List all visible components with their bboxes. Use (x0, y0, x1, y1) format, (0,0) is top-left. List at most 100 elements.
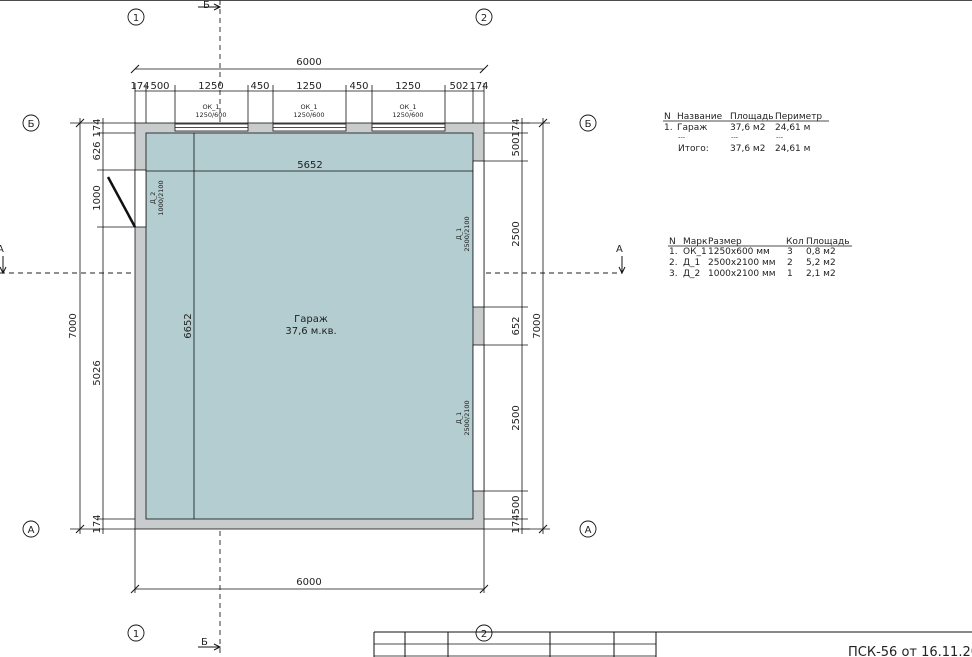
dimension-top-total: 6000 (130, 57, 489, 74)
door-d1-lower-size: 2500/2100 (463, 400, 471, 435)
svg-text:174: 174 (511, 514, 522, 533)
openings-table-cell: 1000х2100 мм (708, 269, 776, 279)
svg-text:1: 1 (133, 13, 139, 24)
svg-text:500: 500 (511, 495, 522, 514)
rooms-table-header-perimeter: Периметр (775, 112, 822, 122)
svg-text:502: 502 (449, 81, 468, 92)
rooms-table-header-name: Название (677, 112, 723, 122)
dimension-left-chain: 174 626 1000 5026 174 (92, 118, 135, 534)
svg-text:174: 174 (469, 81, 488, 92)
openings-table-header-mark: Марк (683, 237, 708, 247)
svg-text:6000: 6000 (296, 57, 321, 68)
window-ok1-2 (272, 123, 347, 132)
svg-text:7000: 7000 (532, 313, 543, 338)
rooms-table-separator: --- (776, 133, 784, 141)
door-d1-lower-label: Д_1 (455, 412, 463, 424)
axis-bubble-a-left: А (22, 520, 40, 538)
svg-text:1250: 1250 (198, 81, 223, 92)
openings-table-cell: ОК_1 (683, 247, 707, 257)
svg-text:2: 2 (481, 13, 487, 24)
svg-text:1250: 1250 (395, 81, 420, 92)
svg-text:174: 174 (511, 118, 522, 137)
axis-bubble-b-right: Б (579, 114, 597, 132)
section-label-a-left: А (0, 244, 4, 255)
rooms-table-cell: 37,6 м2 (730, 123, 765, 133)
floor-plan-drawing: Б Б А А 1 2 1 2 Б Б А А ОК_1 1250/600 ОК… (0, 0, 972, 657)
window-label-2: ОК_1 (300, 103, 317, 111)
openings-table: N Марк Размер Кол Площадь 1. ОК_1 1250х6… (668, 237, 852, 279)
axis-bubble-2-top: 2 (475, 8, 493, 26)
rooms-table-cell: Гараж (677, 123, 707, 133)
rooms-table-header-n: N (664, 112, 671, 122)
window-ok1-3 (371, 123, 446, 132)
svg-text:Б: Б (585, 119, 592, 130)
openings-table-cell: 2500х2100 мм (708, 258, 776, 268)
rooms-table-cell: 24,61 м (775, 123, 810, 133)
svg-text:652: 652 (511, 316, 522, 335)
svg-text:А: А (585, 525, 592, 536)
svg-text:174: 174 (130, 81, 149, 92)
window-ok1-1 (174, 123, 249, 132)
openings-table-cell: 2. (669, 258, 678, 268)
drawing-code: ПСК-56 от 16.11.20 (848, 645, 972, 657)
section-mark-a-left: А (0, 244, 7, 275)
door-d1-upper (472, 160, 485, 308)
openings-table-cell: 1. (669, 247, 678, 257)
openings-table-cell: 2,1 м2 (806, 269, 836, 279)
svg-text:450: 450 (349, 81, 368, 92)
axis-bubble-b-left: Б (22, 114, 40, 132)
door-d1-upper-size: 2500/2100 (463, 216, 471, 251)
svg-text:А: А (28, 525, 35, 536)
axis-bubble-a-right: А (579, 520, 597, 538)
dimension-left-total: 7000 (68, 118, 135, 534)
openings-table-cell: Д_1 (683, 258, 700, 268)
svg-text:1250: 1250 (296, 81, 321, 92)
door-d1-lower (472, 344, 485, 492)
openings-table-header-n: N (669, 237, 676, 247)
svg-text:6652: 6652 (183, 313, 194, 338)
section-label-b-bottom: Б (201, 637, 208, 648)
window-size-2: 1250/600 (293, 111, 324, 119)
rooms-table-separator: --- (678, 133, 686, 141)
openings-table-header-area: Площадь (806, 237, 850, 247)
rooms-table-total-perimeter: 24,61 м (775, 144, 810, 154)
svg-text:626: 626 (92, 141, 103, 160)
section-label-b-top: Б (203, 0, 210, 11)
axis-bubble-1-top: 1 (127, 8, 145, 26)
svg-text:2500: 2500 (511, 405, 522, 430)
openings-table-cell: 3 (787, 247, 793, 257)
section-mark-a-right: А (616, 244, 626, 275)
door-d2-label: Д_2 (149, 192, 157, 204)
svg-text:174: 174 (92, 514, 103, 533)
svg-text:7000: 7000 (68, 313, 79, 338)
svg-text:1: 1 (133, 629, 139, 640)
rooms-table: N Название Площадь Периметр 1. Гараж 37,… (663, 112, 829, 154)
room-name: Гараж (294, 314, 328, 325)
rooms-table-total-label: Итого: (678, 144, 709, 154)
dimension-right-chain: 174 500 2500 652 2500 500 174 (484, 118, 530, 534)
svg-text:Б: Б (28, 119, 35, 130)
door-d2 (106, 169, 147, 228)
axis-bubble-1-bottom: 1 (127, 624, 145, 642)
svg-text:2500: 2500 (511, 221, 522, 246)
svg-text:500: 500 (150, 81, 169, 92)
openings-table-cell: 3. (669, 269, 678, 279)
window-size-3: 1250/600 (392, 111, 423, 119)
openings-table-header-count: Кол (786, 237, 804, 247)
svg-text:2: 2 (481, 629, 487, 640)
title-block: ПСК-56 от 16.11.20 (373, 631, 972, 657)
svg-text:450: 450 (250, 81, 269, 92)
openings-table-cell: Д_2 (683, 269, 700, 279)
openings-table-header-size: Размер (708, 237, 742, 247)
section-mark-b-top: Б (198, 0, 222, 11)
rooms-table-cell: 1. (664, 123, 673, 133)
svg-text:5026: 5026 (92, 360, 103, 385)
window-label-1: ОК_1 (202, 103, 219, 111)
dimension-right-total: 7000 (522, 118, 550, 534)
axis-bubble-2-bottom: 2 (475, 624, 493, 642)
openings-table-cell: 5,2 м2 (806, 258, 836, 268)
section-label-a-right: А (616, 244, 623, 255)
rooms-table-header-area: Площадь (730, 112, 774, 122)
openings-table-cell: 0,8 м2 (806, 247, 836, 257)
rooms-table-separator: --- (731, 133, 739, 141)
